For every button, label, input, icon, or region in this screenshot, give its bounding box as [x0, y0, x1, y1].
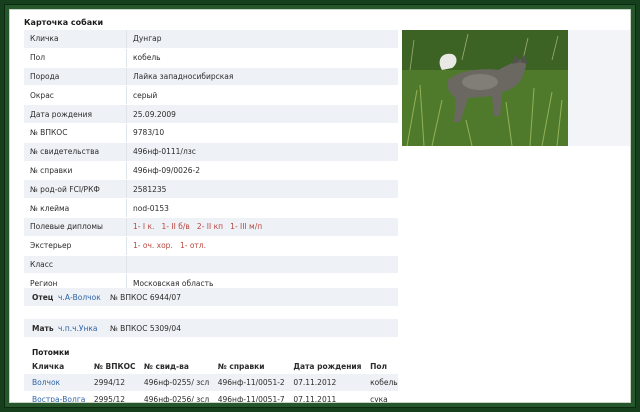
info-row-sex: Пол кобель	[24, 48, 398, 68]
info-value: серый	[126, 85, 398, 106]
info-label: № свидетельства	[24, 142, 127, 162]
offspring-certificate: 496нф-0255/ зсл	[135, 374, 210, 391]
info-row-class: Класс	[24, 255, 398, 275]
dog-card-panel: Карточка собаки Кличка Дунгар Пол кобель П…	[9, 9, 631, 403]
info-label: Порода	[24, 67, 127, 87]
mother-row: Мать ч.п.ч.Унка № ВПКОС 5309/04	[24, 319, 398, 337]
info-value: кобель	[126, 48, 398, 68]
father-link[interactable]: ч.А-Волчок	[58, 293, 101, 302]
offspring-sex: сука	[362, 391, 398, 402]
offspring-name-link[interactable]: Волчок	[24, 374, 86, 391]
offspring-certificate: 496нф-0256/ зсл	[135, 391, 210, 402]
info-label: Окрас	[24, 85, 127, 106]
info-row-breed: Порода Лайка западносибирская	[24, 67, 398, 87]
table-row: Востра-Волга 2995/12 496нф-0256/ зсл 496…	[24, 391, 398, 402]
table-row: Волчок 2994/12 496нф-0255/ зсл 496нф-11/…	[24, 374, 398, 391]
offspring-name-link[interactable]: Востра-Волга	[24, 391, 86, 402]
col-header-reference: № справки	[209, 358, 286, 374]
info-value: 496нф-0111/лзс	[126, 142, 398, 162]
offspring-vpkos: 2995/12	[85, 391, 136, 402]
info-label: Кличка	[24, 30, 127, 49]
father-registration: № ВПКОС 6944/07	[110, 293, 181, 302]
info-row-color: Окрас серый	[24, 85, 398, 106]
offspring-vpkos: 2994/12	[85, 374, 136, 391]
info-value: Лайка западносибирская	[126, 67, 398, 87]
info-row-brand: № клейма nod-0153	[24, 198, 398, 218]
offspring-birthdate: 07.11.2012	[285, 374, 363, 391]
father-row: Отец ч.А-Волчок № ВПКОС 6944/07	[24, 288, 398, 306]
col-header-sex: Пол	[362, 358, 398, 374]
offspring-table: Кличка № ВПКОС № свид-ва № справки Дата …	[24, 358, 398, 402]
col-header-birthdate: Дата рождения	[285, 358, 363, 374]
info-value: 9783/10	[126, 123, 398, 143]
dog-photo[interactable]	[402, 30, 568, 146]
info-value: 496нф-09/0026-2	[126, 161, 398, 181]
info-label: Экстерьер	[24, 236, 127, 256]
mother-label: Мать	[32, 324, 54, 333]
photo-area-background	[568, 30, 630, 146]
info-value	[126, 255, 398, 275]
offspring-birthdate: 07.11.2011	[285, 391, 363, 402]
info-label: № ВПКОС	[24, 123, 127, 143]
info-row-name: Кличка Дунгар	[24, 30, 398, 49]
dog-info-table: Кличка Дунгар Пол кобель Порода Лайка запад…	[24, 30, 398, 294]
info-row-fci: № род-ой FCI/РКФ 2581235	[24, 179, 398, 200]
col-header-certificate: № свид-ва	[135, 358, 210, 374]
info-row-exterior: Экстерьер 1- оч. хор. 1- отл.	[24, 236, 398, 256]
info-label: № клейма	[24, 198, 127, 218]
info-label: Класс	[24, 255, 127, 275]
col-header-vpkos: № ВПКОС	[85, 358, 136, 374]
info-row-birthdate: Дата рождения 25.09.2009	[24, 104, 398, 124]
card-title: Карточка собаки	[24, 18, 104, 27]
info-value: 25.09.2009	[126, 104, 398, 124]
offspring-sex: кобель	[362, 374, 398, 391]
info-row-reference: № справки 496нф-09/0026-2	[24, 161, 398, 181]
offspring-title: Потомки	[32, 348, 70, 357]
info-value: nod-0153	[126, 198, 398, 218]
col-header-name: Кличка	[24, 358, 86, 374]
info-row-certificate: № свидетельства 496нф-0111/лзс	[24, 142, 398, 162]
window-frame: Карточка собаки Кличка Дунгар Пол кобель П…	[4, 4, 636, 408]
mother-link[interactable]: ч.п.ч.Унка	[58, 324, 98, 333]
field-diplomas-value: 1- I к. 1- II б/в 2- II кп 1- III м/п	[126, 217, 398, 237]
info-label: № справки	[24, 161, 127, 181]
info-value: 2581235	[126, 179, 398, 200]
offspring-reference: 496нф-11/0051-2	[209, 374, 286, 391]
info-value: Дунгар	[126, 30, 398, 49]
father-label: Отец	[32, 293, 54, 302]
info-row-field-diplomas: Полевые дипломы 1- I к. 1- II б/в 2- II к…	[24, 217, 398, 237]
exterior-value: 1- оч. хор. 1- отл.	[126, 236, 398, 256]
info-label: Полевые дипломы	[24, 217, 127, 237]
offspring-reference: 496нф-11/0051-7	[209, 391, 286, 402]
mother-registration: № ВПКОС 5309/04	[110, 324, 181, 333]
offspring-header-row: Кличка № ВПКОС № свид-ва № справки Дата …	[24, 358, 398, 374]
info-label: Дата рождения	[24, 104, 127, 124]
info-label: Пол	[24, 48, 127, 68]
info-row-vpkos: № ВПКОС 9783/10	[24, 123, 398, 143]
info-label: № род-ой FCI/РКФ	[24, 179, 127, 200]
